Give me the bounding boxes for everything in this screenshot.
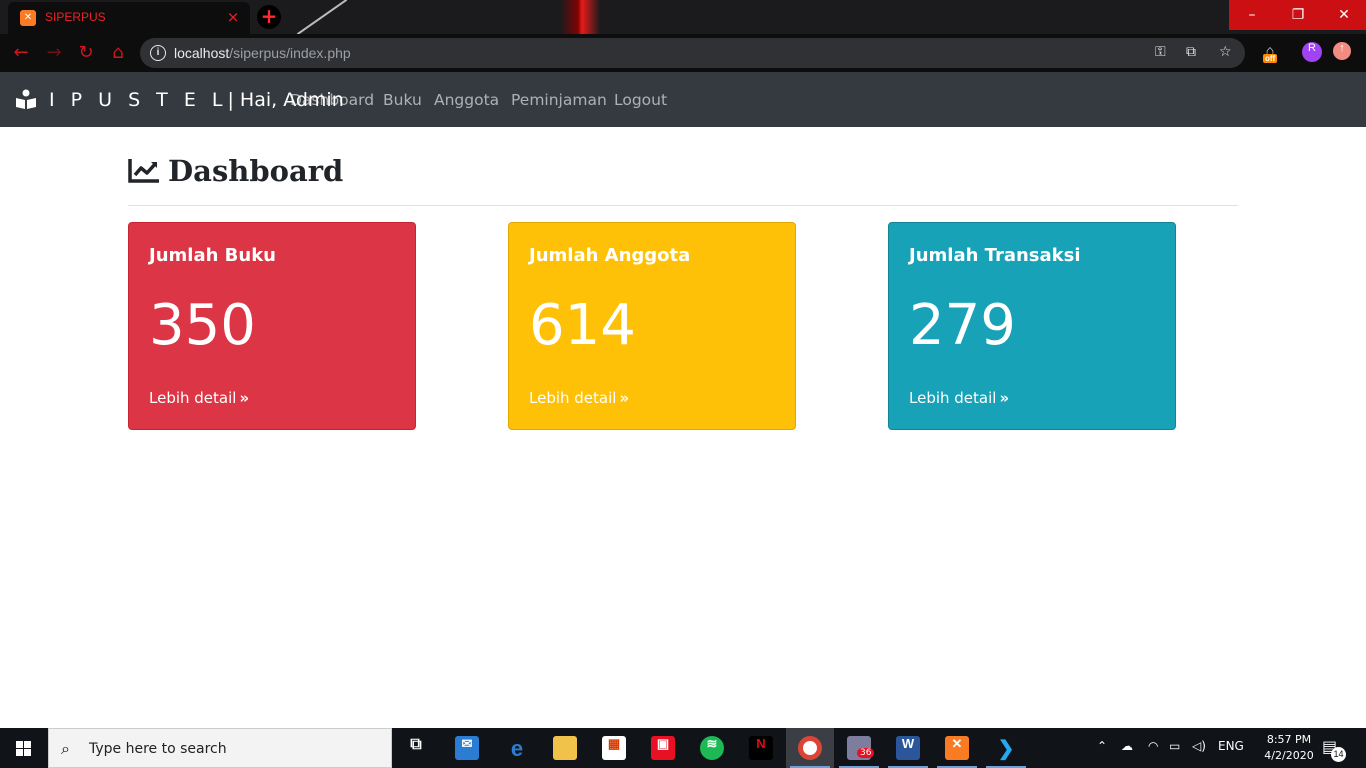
link-label: Lebih detail xyxy=(149,389,237,407)
browser-title-bar: ✕ SIPERPUS × + – ❐ ✕ xyxy=(0,0,1366,34)
nav-peminjaman[interactable]: Peminjaman xyxy=(511,91,607,109)
onedrive-icon[interactable]: ☁ xyxy=(1121,739,1133,753)
maximize-button[interactable]: ❐ xyxy=(1275,0,1321,30)
translate-icon[interactable]: ⧉ xyxy=(1186,44,1196,60)
whatsapp-badge: 36 xyxy=(857,748,875,758)
close-window-button[interactable]: ✕ xyxy=(1321,0,1366,30)
address-bar[interactable]: i localhost/siperpus/index.php ⚿ ⧉ ☆ xyxy=(140,38,1245,68)
book-reader-icon xyxy=(16,89,36,109)
card-jumlah-transaksi: Jumlah Transaksi 279 Lebih detail» xyxy=(888,222,1176,430)
back-arrow-icon[interactable]: ← xyxy=(9,41,33,65)
site-info-icon[interactable]: i xyxy=(150,45,166,61)
gift-app-icon[interactable]: ▣ xyxy=(651,736,675,760)
edge-app-icon[interactable]: e xyxy=(505,736,529,761)
home-icon[interactable]: ⌂ xyxy=(106,41,130,65)
taskbar-clock[interactable]: 8:57 PM 4/2/2020 xyxy=(1257,732,1321,764)
chrome-app-icon[interactable] xyxy=(798,736,822,760)
forward-arrow-icon[interactable]: → xyxy=(42,41,66,65)
line-chart-icon xyxy=(128,159,159,183)
card-title: Jumlah Transaksi xyxy=(909,245,1081,266)
tab-title: SIPERPUS xyxy=(45,10,106,24)
store-app-icon[interactable]: ▦ xyxy=(602,736,626,760)
windows-start-button[interactable] xyxy=(0,728,48,768)
nav-logout[interactable]: Logout xyxy=(614,91,667,109)
url-path: /siperpus/index.php xyxy=(229,45,351,61)
xampp-app-icon[interactable]: ✕ xyxy=(945,736,969,760)
new-tab-button[interactable]: + xyxy=(257,5,281,29)
mail-app-icon[interactable]: ✉ xyxy=(455,736,479,760)
action-center-icon[interactable]: ▤ 14 xyxy=(1322,737,1346,762)
card-value: 614 xyxy=(529,293,636,358)
card-value: 350 xyxy=(149,293,256,358)
language-indicator[interactable]: ENG xyxy=(1218,739,1244,753)
wallpaper-red-streak xyxy=(560,0,600,34)
browser-toolbar: ← → ↻ ⌂ i localhost/siperpus/index.php ⚿… xyxy=(0,34,1366,72)
lebih-detail-link[interactable]: Lebih detail» xyxy=(529,389,629,407)
lebih-detail-link[interactable]: Lebih detail» xyxy=(149,389,249,407)
link-label: Lebih detail xyxy=(529,389,617,407)
double-chevron-right-icon: » xyxy=(239,389,250,407)
taskbar-search-input[interactable]: ⌕ Type here to search xyxy=(48,728,392,768)
windows-taskbar: ⌕ Type here to search ⧉ ✉ e ▦ ▣ ≋ N 36 W… xyxy=(0,728,1366,768)
lebih-detail-link[interactable]: Lebih detail» xyxy=(909,389,1009,407)
app-navbar: I P U S T E L| Hai, Admin Dashboard Buku… xyxy=(0,72,1366,127)
search-icon: ⌕ xyxy=(61,739,70,758)
card-jumlah-anggota: Jumlah Anggota 614 Lebih detail» xyxy=(508,222,796,430)
notification-count: 14 xyxy=(1331,747,1346,762)
card-jumlah-buku: Jumlah Buku 350 Lebih detail» xyxy=(128,222,416,430)
vscode-app-icon[interactable]: ❯ xyxy=(994,736,1018,760)
nav-buku[interactable]: Buku xyxy=(383,91,422,109)
card-title: Jumlah Buku xyxy=(149,245,276,266)
battery-icon[interactable]: ▭ xyxy=(1169,739,1180,753)
windows-logo-icon xyxy=(16,741,23,748)
clock-date: 4/2/2020 xyxy=(1264,749,1314,762)
update-icon[interactable]: ↑ xyxy=(1333,42,1351,60)
browser-tab-siperpus[interactable]: ✕ SIPERPUS × xyxy=(8,2,250,34)
card-value: 279 xyxy=(909,293,1016,358)
search-placeholder: Type here to search xyxy=(89,741,227,757)
reload-icon[interactable]: ↻ xyxy=(74,41,98,65)
nav-dashboard[interactable]: Dashboard xyxy=(290,91,374,109)
heading-divider xyxy=(128,205,1238,206)
url-host: localhost xyxy=(174,45,230,61)
link-label: Lebih detail xyxy=(909,389,997,407)
extension-off-badge: off xyxy=(1263,54,1278,63)
key-icon[interactable]: ⚿ xyxy=(1155,44,1166,60)
netflix-app-icon[interactable]: N xyxy=(749,736,773,760)
nav-anggota[interactable]: Anggota xyxy=(434,91,499,109)
brand-name: I P U S T E L xyxy=(49,89,228,111)
profile-avatar[interactable]: R xyxy=(1302,42,1322,62)
clock-time: 8:57 PM xyxy=(1266,733,1312,746)
task-view-icon[interactable]: ⧉ xyxy=(404,736,428,760)
volume-icon[interactable]: ◁) xyxy=(1192,739,1206,753)
page-title: Dashboard xyxy=(168,154,344,188)
bookmark-star-icon[interactable]: ☆ xyxy=(1219,44,1232,60)
tab-close-icon[interactable]: × xyxy=(224,8,242,26)
wallpaper-line xyxy=(296,0,348,34)
minimize-button[interactable]: – xyxy=(1229,0,1275,30)
wifi-icon[interactable]: ◠ xyxy=(1148,739,1158,753)
file-explorer-icon[interactable] xyxy=(553,736,577,760)
double-chevron-right-icon: » xyxy=(619,389,630,407)
double-chevron-right-icon: » xyxy=(999,389,1010,407)
word-app-icon[interactable]: W xyxy=(896,736,920,760)
card-title: Jumlah Anggota xyxy=(529,245,691,266)
spotify-app-icon[interactable]: ≋ xyxy=(700,736,724,760)
show-hidden-icons-chevron-icon[interactable]: ⌃ xyxy=(1097,739,1107,753)
xampp-favicon-icon: ✕ xyxy=(20,10,36,26)
url-text[interactable]: localhost/siperpus/index.php xyxy=(174,45,351,61)
